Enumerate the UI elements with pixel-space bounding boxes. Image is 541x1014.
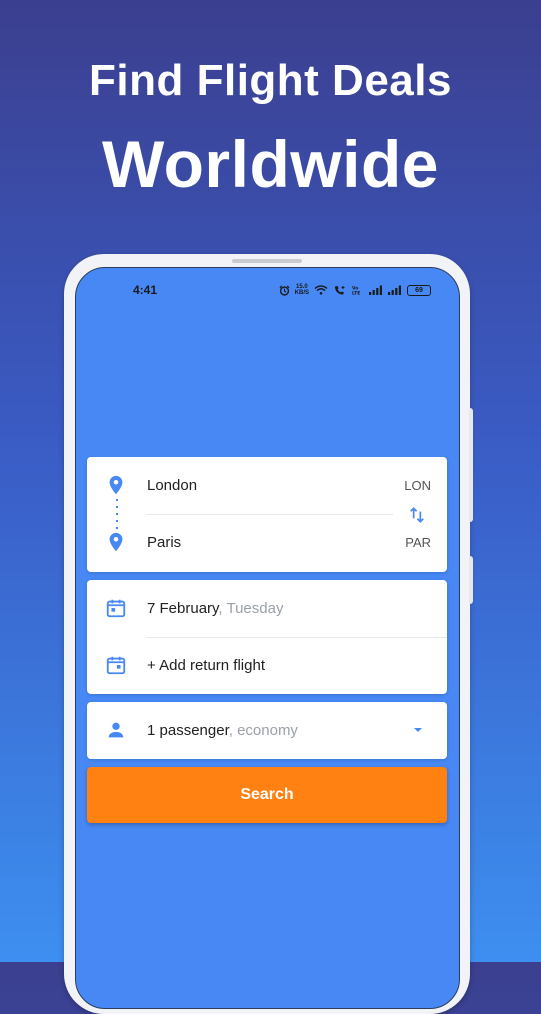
location-pin-icon [109,532,123,552]
departure-date-value: 7 February [147,600,219,617]
cabin-class: , economy [228,722,298,739]
departure-date: 7 February, Tuesday [147,580,283,638]
destination-code: PAR [405,535,431,550]
passenger-count: 1 passenger [147,722,229,739]
origin-row[interactable]: London LON [87,457,447,515]
phone-volume-button [469,408,473,522]
status-icons: 15.0 KB/S Vo LTE 69 [279,284,431,296]
battery-icon: 69 [407,284,431,296]
status-time: 4:41 [133,283,158,297]
wifi-icon [314,285,328,295]
departure-day: , Tuesday [218,600,284,617]
passengers-card[interactable]: 1 passenger, economy [87,702,447,759]
headline-line2: Worldwide [102,127,439,201]
departure-date-row[interactable]: 7 February, Tuesday [87,580,447,638]
add-return-flight: + Add return flight [147,657,265,674]
signal-icon-2 [388,285,401,295]
origin-city: London [147,477,198,494]
destination-city: Paris [147,534,182,551]
route-card: London LON Paris PAR [87,457,447,572]
calendar-icon [106,599,126,618]
location-pin-icon [109,475,123,495]
dates-card: 7 February, Tuesday + Add return flight [87,580,447,694]
call-icon [335,285,345,294]
dropdown-arrow-icon[interactable] [413,727,423,733]
net-speed-unit: KB/S [294,290,309,296]
calendar-icon [106,656,126,675]
signal-icon [369,285,382,295]
net-speed: 15.0 KB/S [295,284,309,296]
headline-line1: Find Flight Deals [89,56,452,105]
svg-text:LTE: LTE [352,291,360,296]
volte-icon: VoLTE [352,286,360,296]
return-date-row[interactable]: + Add return flight [87,637,447,695]
phone-power-button [469,556,473,604]
search-button[interactable]: Search [87,767,447,823]
app-screen: 4:41 15.0 KB/S Vo LTE 69 London LON Paris … [75,267,460,1009]
person-icon [108,722,124,738]
passengers-label: 1 passenger, economy [147,702,298,759]
status-bar: 4:41 15.0 KB/S Vo LTE 69 [76,282,459,302]
destination-row[interactable]: Paris PAR [87,514,447,572]
passengers-row[interactable]: 1 passenger, economy [87,702,447,759]
phone-speaker [232,259,302,263]
alarm-icon [279,284,290,296]
